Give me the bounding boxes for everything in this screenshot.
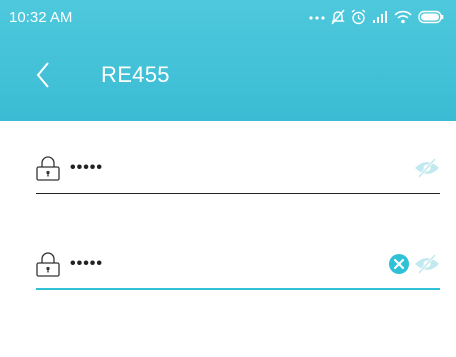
battery-icon	[418, 10, 444, 24]
lock-icon	[36, 156, 60, 181]
clear-icon[interactable]	[388, 253, 410, 275]
more-dots-icon	[309, 16, 325, 20]
status-time: 10:32 AM	[9, 9, 73, 26]
chevron-left-icon	[36, 62, 49, 88]
password-value: •••••	[70, 159, 104, 176]
eye-off-icon[interactable]	[414, 254, 440, 274]
wifi-icon	[394, 10, 412, 24]
back-button[interactable]	[32, 60, 54, 90]
signal-icon	[373, 11, 387, 23]
status-bar: 10:32 AM	[0, 0, 456, 36]
password-field-2[interactable]: •••••	[36, 240, 440, 290]
page-title: RE455	[101, 62, 170, 87]
status-icons	[309, 7, 444, 27]
password-field-1[interactable]: •••••	[36, 144, 440, 194]
lock-icon	[36, 252, 60, 277]
app-header: 10:32 AM RE455	[0, 0, 456, 121]
password-value: •••••	[70, 255, 104, 272]
mute-bell-icon	[331, 9, 345, 25]
alarm-icon	[351, 9, 366, 25]
eye-off-icon[interactable]	[414, 158, 440, 178]
